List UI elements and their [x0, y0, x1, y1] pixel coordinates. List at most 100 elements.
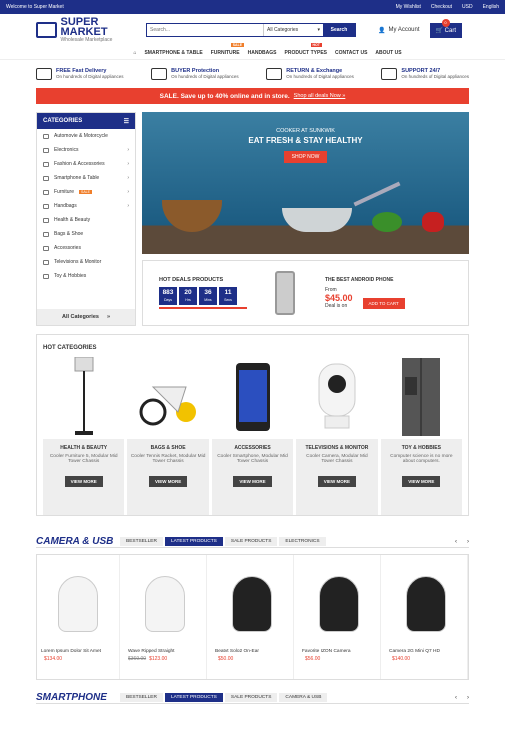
- hot-category-card: TOY & HOBBIES Computer science is no more…: [380, 355, 463, 515]
- camera-image[interactable]: [296, 355, 377, 439]
- feature-return: RETURN & Exchange On hundreds of Digital …: [266, 66, 354, 82]
- tab-electronics[interactable]: ELECTRONICS: [279, 537, 326, 546]
- view-more-button[interactable]: VIEW MORE: [64, 476, 103, 487]
- menu-icon[interactable]: ☰: [124, 118, 129, 125]
- double-chevron-icon: »: [106, 314, 111, 320]
- category-item[interactable]: Handbags ›: [37, 199, 135, 213]
- hero-banner[interactable]: COOKER AT SUNKWIK EAT FRESH & STAY HEALT…: [142, 112, 469, 254]
- account-link[interactable]: 👤 My Account: [378, 27, 420, 34]
- chevron-right-icon: ›: [127, 189, 129, 195]
- product-card[interactable]: Favorite IZON Camera $56.00: [298, 555, 381, 679]
- next-arrow-icon[interactable]: ›: [467, 539, 469, 545]
- view-more-button[interactable]: VIEW MORE: [402, 476, 441, 487]
- smartphone-image[interactable]: [212, 355, 293, 439]
- category-icon: [43, 217, 49, 223]
- prev-arrow-icon[interactable]: ‹: [455, 695, 457, 701]
- category-icon: [43, 147, 49, 153]
- logo[interactable]: SUPER MARKET Wholesale Marketplace: [36, 17, 146, 43]
- category-item[interactable]: Health & Beauty: [37, 213, 135, 227]
- product-card[interactable]: Camera 2G Mini Q7 HD $140.00: [385, 555, 468, 679]
- top-bar: Welcome to Super Market My Wishlist Chec…: [0, 0, 505, 14]
- hot-category-card: TELEVISIONS & MONITOR Cooler Camera, Modu…: [296, 355, 378, 515]
- countdown-mins: 36 Mins: [199, 287, 217, 305]
- feature-delivery: FREE Fast Delivery On hundreds of Digital…: [36, 66, 124, 82]
- shop-now-button[interactable]: SHOP NOW: [283, 151, 328, 163]
- category-icon: [43, 259, 49, 265]
- nav-furniture[interactable]: SALE FURNITURE: [211, 42, 245, 56]
- checkout-link[interactable]: Checkout: [431, 4, 452, 10]
- categories-panel: CATEGORIES ☰ Automovie & Motorcycle Elect…: [36, 112, 136, 326]
- category-item[interactable]: Bags & Shoe: [37, 227, 135, 241]
- tab-sale[interactable]: SALE PRODUCTS: [224, 537, 278, 546]
- home-icon[interactable]: ⌂: [133, 50, 136, 56]
- chevron-right-icon: ›: [127, 203, 129, 209]
- category-item[interactable]: Toy & Hobbies: [37, 269, 135, 283]
- nav-about[interactable]: ABOUT US: [375, 50, 401, 56]
- category-item[interactable]: Automovie & Motorcycle: [37, 129, 135, 143]
- nav-handbags[interactable]: HANDBAGS: [248, 50, 277, 56]
- deal-price: $45.00: [325, 293, 353, 303]
- phone-image[interactable]: [275, 271, 295, 315]
- tab-latest[interactable]: LATEST PRODUCTS: [164, 537, 223, 546]
- welcome-text: Welcome to Super Market: [6, 4, 64, 10]
- language-select[interactable]: English: [483, 4, 499, 10]
- product-list: Lorem Ipsum Dolor Sit Amet $134.00 Wave R…: [36, 554, 469, 680]
- tab-bestseller[interactable]: BESTSELLER: [120, 693, 163, 702]
- headset-icon: [381, 68, 398, 80]
- prev-arrow-icon[interactable]: ‹: [455, 539, 457, 545]
- nav-smartphone[interactable]: SMARTPHONE & TABLE: [144, 50, 202, 56]
- countdown-days: 883 Days: [159, 287, 177, 305]
- shop-deals-link[interactable]: Shop all deals Now »: [294, 93, 346, 99]
- logo-tagline: Wholesale Marketplace: [60, 37, 113, 43]
- cart-button[interactable]: 0 🛒 Cart: [429, 18, 462, 38]
- shield-icon: [151, 68, 168, 80]
- chevron-right-icon: ›: [127, 147, 129, 153]
- all-categories-button[interactable]: All Categories»: [37, 309, 135, 325]
- truck-icon: [36, 68, 52, 80]
- cart-logo-icon: [36, 22, 58, 38]
- search-button[interactable]: Search: [323, 24, 355, 36]
- category-item[interactable]: Fashion & Accessories ›: [37, 157, 135, 171]
- hot-category-card: BAGS & SHOE Cooler Tennis Racket, Modular…: [127, 355, 209, 515]
- fridge-image[interactable]: [381, 355, 462, 439]
- product-image: [145, 576, 185, 632]
- search-category-select[interactable]: All Categories ▾: [263, 24, 323, 36]
- search-input[interactable]: [147, 24, 263, 36]
- nav-product-types[interactable]: HOT PRODUCT TYPES: [285, 42, 327, 56]
- product-card[interactable]: Lorem Ipsum Dolor Sit Amet $134.00: [37, 555, 120, 679]
- currency-select[interactable]: USD: [462, 4, 473, 10]
- wishlist-link[interactable]: My Wishlist: [396, 4, 421, 10]
- view-more-button[interactable]: VIEW MORE: [233, 476, 272, 487]
- banner-subtitle: COOKER AT SUNKWIK: [276, 128, 335, 134]
- view-more-button[interactable]: VIEW MORE: [317, 476, 357, 487]
- chevron-right-icon: ›: [127, 175, 129, 181]
- add-to-cart-button[interactable]: ADD TO CART: [362, 298, 405, 309]
- pan-image: [282, 208, 352, 232]
- broccoli-image: [372, 212, 402, 232]
- lamp-image[interactable]: [43, 355, 124, 439]
- next-arrow-icon[interactable]: ›: [467, 695, 469, 701]
- features-row: FREE Fast Delivery On hundreds of Digital…: [0, 60, 505, 88]
- countdown-hours: 20 Hrs: [179, 287, 197, 305]
- view-more-button[interactable]: VIEW MORE: [148, 476, 188, 487]
- tab-sale[interactable]: SALE PRODUCTS: [224, 693, 278, 702]
- chevron-right-icon: ›: [127, 161, 129, 167]
- nav-contact[interactable]: CONTACT US: [335, 50, 367, 56]
- exercise-bike-image[interactable]: [127, 355, 208, 439]
- category-item[interactable]: Smartphone & Table ›: [37, 171, 135, 185]
- section-title: SMARTPHONE: [36, 692, 107, 703]
- category-item[interactable]: Accessories: [37, 241, 135, 255]
- category-item[interactable]: Televisions & Monitor: [37, 255, 135, 269]
- cart-icon: 🛒: [435, 27, 443, 34]
- product-card[interactable]: Wave Ripped Straight $369.00 $123.00: [124, 555, 207, 679]
- category-icon: [43, 161, 49, 167]
- category-item[interactable]: Electronics ›: [37, 143, 135, 157]
- tab-camera[interactable]: CAMERA & USB: [279, 693, 328, 702]
- countdown-bar: [159, 307, 247, 309]
- tab-latest[interactable]: LATEST PRODUCTS: [164, 693, 223, 702]
- category-item[interactable]: Furniture SALE ›: [37, 185, 135, 199]
- deal-product-name: THE BEST ANDROID PHONE: [325, 277, 394, 283]
- product-card[interactable]: Beatvt Solo2 On-Ear $50.00: [211, 555, 294, 679]
- product-image: [232, 576, 272, 632]
- tab-bestseller[interactable]: BESTSELLER: [120, 537, 163, 546]
